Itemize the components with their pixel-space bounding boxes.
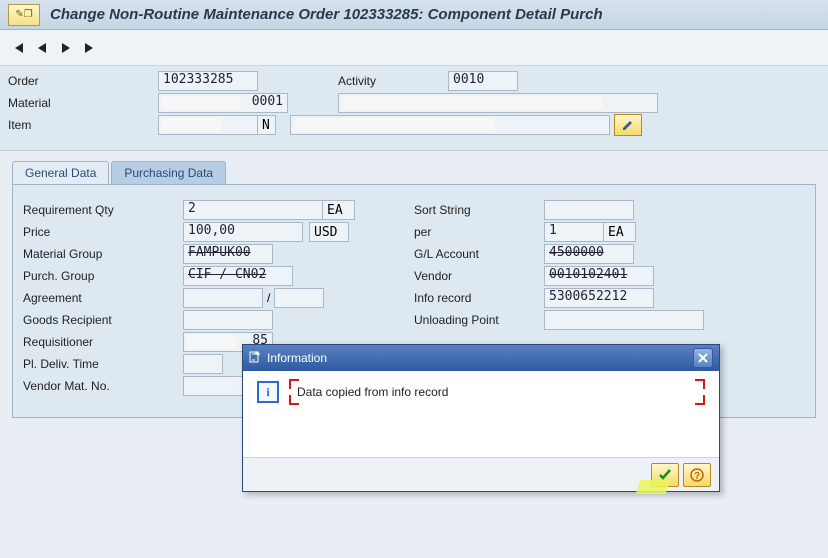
tabstrip: General Data Purchasing Data xyxy=(12,161,816,185)
next-record-button[interactable] xyxy=(56,38,76,58)
information-icon: i xyxy=(257,381,279,403)
dialog-body: i Data copied from info record xyxy=(243,371,719,457)
activity-label: Activity xyxy=(338,74,448,88)
order-label: Order xyxy=(8,74,158,88)
requisitioner-label: Requisitioner xyxy=(23,335,183,349)
info-record-label: Info record xyxy=(414,291,544,305)
agreement-field-1[interactable] xyxy=(183,288,263,308)
pl-deliv-time-field[interactable] xyxy=(183,354,223,374)
pencil-icon xyxy=(621,118,635,132)
item-description-field[interactable] xyxy=(290,115,610,135)
unloading-point-label: Unloading Point xyxy=(414,313,544,327)
selection-corner-tr xyxy=(695,379,705,389)
per-unit: EA xyxy=(604,222,636,242)
gl-account-field[interactable]: 4500000 xyxy=(544,244,634,264)
svg-text:?: ? xyxy=(694,471,700,482)
vendor-field[interactable]: 0010102401 xyxy=(544,266,654,286)
dialog-help-button[interactable]: ? xyxy=(683,463,711,487)
tab-purchasing-data[interactable]: Purchasing Data xyxy=(111,161,226,184)
transaction-icon: ✎❐ xyxy=(8,4,40,26)
selection-corner-br xyxy=(695,395,705,405)
material-description-field[interactable] xyxy=(338,93,658,113)
close-icon xyxy=(698,353,708,363)
dialog-title: Information xyxy=(267,351,693,365)
long-text-button[interactable] xyxy=(614,114,642,136)
sort-string-field[interactable] xyxy=(544,200,634,220)
per-field[interactable]: 1 xyxy=(544,222,604,242)
vendor-mat-no-label: Vendor Mat. No. xyxy=(23,379,183,393)
goods-recipient-label: Goods Recipient xyxy=(23,313,183,327)
info-record-field[interactable]: 5300652212 xyxy=(544,288,654,308)
requirement-qty-label: Requirement Qty xyxy=(23,203,183,217)
price-label: Price xyxy=(23,225,183,239)
item-field[interactable] xyxy=(158,115,258,135)
order-field[interactable]: 102333285 xyxy=(158,71,258,91)
record-navigation-toolbar xyxy=(0,30,828,66)
information-dialog: Information i Data copied from info reco… xyxy=(242,344,720,492)
requirement-qty-field[interactable]: 2 xyxy=(183,200,323,220)
question-icon: ? xyxy=(690,468,704,482)
agreement-field-2[interactable] xyxy=(274,288,324,308)
material-label: Material xyxy=(8,96,158,110)
material-group-label: Material Group xyxy=(23,247,183,261)
item-label: Item xyxy=(8,118,158,132)
previous-record-button[interactable] xyxy=(32,38,52,58)
activity-field[interactable]: 0010 xyxy=(448,71,518,91)
gl-account-label: G/L Account xyxy=(414,247,544,261)
material-group-field[interactable]: FAMPUK00 xyxy=(183,244,273,264)
vendor-label: Vendor xyxy=(414,269,544,283)
dialog-titlebar: Information xyxy=(243,345,719,371)
price-currency: USD xyxy=(309,222,349,242)
purch-group-field[interactable]: CIF / CN02 xyxy=(183,266,293,286)
first-record-button[interactable] xyxy=(8,38,28,58)
last-record-button[interactable] xyxy=(80,38,100,58)
item-indicator: N xyxy=(258,115,276,135)
per-label: per xyxy=(414,225,544,239)
agreement-label: Agreement xyxy=(23,291,183,305)
dialog-message: Data copied from info record xyxy=(297,385,448,399)
dialog-doc-icon xyxy=(249,351,261,366)
material-field[interactable]: 0001 xyxy=(158,93,288,113)
titlebar: ✎❐ Change Non-Routine Maintenance Order … xyxy=(0,0,828,30)
page-title: Change Non-Routine Maintenance Order 102… xyxy=(50,6,603,23)
dialog-close-button[interactable] xyxy=(693,348,713,368)
header-fields: Order 102333285 Activity 0010 Material 0… xyxy=(0,66,828,151)
agreement-separator: / xyxy=(267,291,270,305)
sort-string-label: Sort String xyxy=(414,203,544,217)
purch-group-label: Purch. Group xyxy=(23,269,183,283)
unloading-point-field[interactable] xyxy=(544,310,704,330)
tab-general-data[interactable]: General Data xyxy=(12,161,109,184)
pl-deliv-time-label: Pl. Deliv. Time xyxy=(23,357,183,371)
requirement-qty-unit: EA xyxy=(323,200,355,220)
annotation-highlight xyxy=(636,480,671,494)
price-field[interactable]: 100,00 xyxy=(183,222,303,242)
goods-recipient-field[interactable] xyxy=(183,310,273,330)
